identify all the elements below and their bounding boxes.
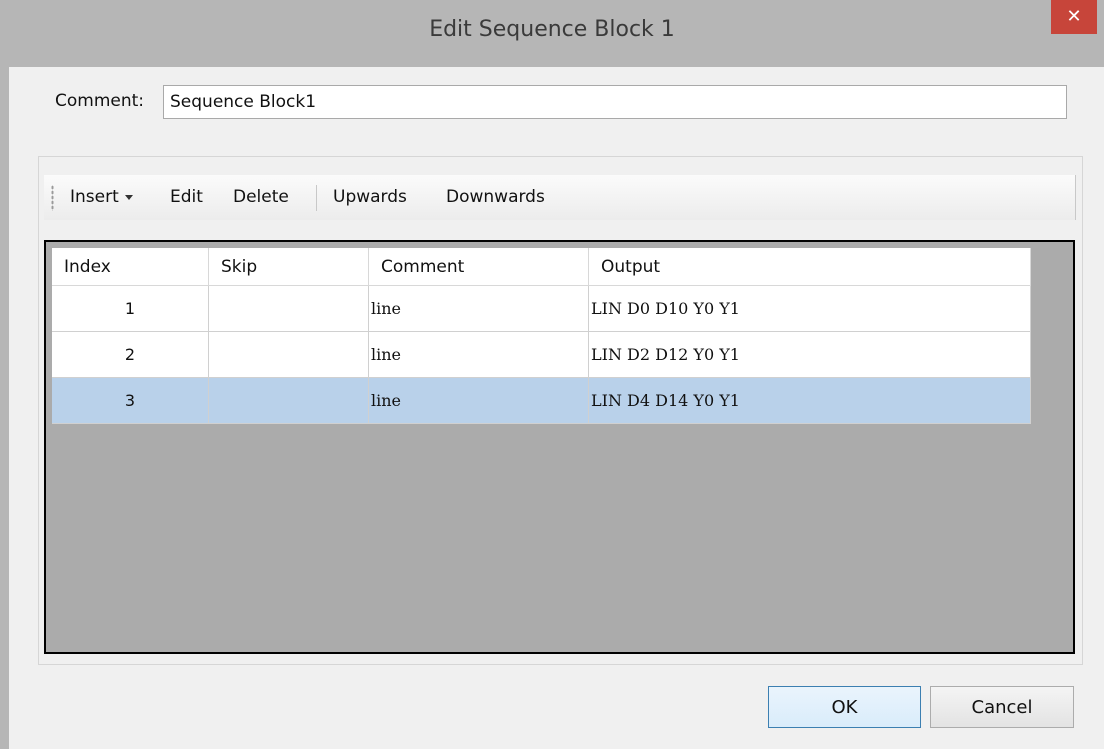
cancel-button[interactable]: Cancel <box>930 686 1074 728</box>
insert-label: Insert <box>70 187 119 207</box>
delete-button[interactable]: Delete <box>233 175 289 220</box>
ok-button[interactable]: OK <box>768 686 921 728</box>
cell-output[interactable]: LIN D0 D10 Y0 Y1 <box>589 286 1031 332</box>
comment-input[interactable] <box>163 85 1067 119</box>
edit-sequence-block-dialog: Edit Sequence Block 1 ✕ Comment: Insert … <box>0 0 1104 749</box>
cell-output[interactable]: LIN D4 D14 Y0 Y1 <box>589 378 1031 424</box>
cell-output[interactable]: LIN D2 D12 Y0 Y1 <box>589 332 1031 378</box>
cell-index[interactable]: 1 <box>52 286 209 332</box>
column-header-index[interactable]: Index <box>52 248 209 286</box>
column-header-comment[interactable]: Comment <box>369 248 589 286</box>
toolbar: Insert Edit Delete Upwards Downwards <box>44 175 1076 220</box>
cell-index[interactable]: 3 <box>52 378 209 424</box>
insert-dropdown-button[interactable]: Insert <box>70 175 133 220</box>
toolbar-grip-icon[interactable] <box>51 185 54 211</box>
cell-index[interactable]: 2 <box>52 332 209 378</box>
chevron-down-icon <box>124 194 133 200</box>
window-frame-left <box>0 67 9 749</box>
edit-button[interactable]: Edit <box>170 175 203 220</box>
cell-skip[interactable] <box>209 378 369 424</box>
dialog-title: Edit Sequence Block 1 <box>429 17 675 42</box>
sequence-table: Index Skip Comment Output 1 line LIN D0 … <box>44 240 1075 654</box>
close-button[interactable]: ✕ <box>1051 0 1097 34</box>
cell-comment[interactable]: line <box>369 286 589 332</box>
column-header-output[interactable]: Output <box>589 248 1031 286</box>
close-icon: ✕ <box>1066 6 1082 27</box>
column-header-skip[interactable]: Skip <box>209 248 369 286</box>
cell-skip[interactable] <box>209 286 369 332</box>
upwards-button[interactable]: Upwards <box>333 175 407 220</box>
table-row[interactable]: 2 line LIN D2 D12 Y0 Y1 <box>52 332 1031 378</box>
toolbar-separator <box>316 185 317 211</box>
cell-comment[interactable]: line <box>369 378 589 424</box>
cell-comment[interactable]: line <box>369 332 589 378</box>
cell-skip[interactable] <box>209 332 369 378</box>
downwards-button[interactable]: Downwards <box>446 175 545 220</box>
table-row-selected[interactable]: 3 line LIN D4 D14 Y0 Y1 <box>52 378 1031 424</box>
table-row[interactable]: 1 line LIN D0 D10 Y0 Y1 <box>52 286 1031 332</box>
title-bar[interactable]: Edit Sequence Block 1 ✕ <box>0 0 1104 67</box>
comment-label: Comment: <box>55 91 145 111</box>
